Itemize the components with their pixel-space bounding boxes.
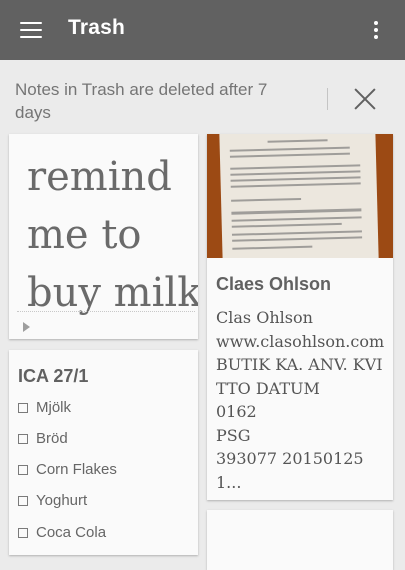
checklist-item-label: Coca Cola [36, 524, 107, 541]
note-card-receipt[interactable]: Claes Ohlson Clas Ohlson www.clasohlson.… [207, 134, 393, 500]
note-title: ICA 27/1 [18, 366, 89, 386]
checklist-item-label: Yoghurt [36, 492, 88, 509]
close-icon[interactable] [352, 86, 378, 112]
checkbox[interactable] [18, 496, 28, 506]
note-card-reminder[interactable]: remind me to buy milk [9, 134, 198, 339]
note-title: Claes Ohlson [216, 274, 332, 294]
note-body-line: 0162 [216, 402, 257, 421]
hamburger-menu-icon[interactable] [20, 21, 42, 39]
checklist-item-label: Corn Flakes [36, 461, 117, 478]
note-divider [17, 311, 195, 312]
checkbox[interactable] [18, 434, 28, 444]
note-body-line: Clas Ohlson [216, 308, 313, 327]
trash-notice-text: Notes in Trash are deleted after 7 days [15, 80, 268, 122]
page-title: Trash [68, 16, 126, 39]
note-card-checklist[interactable]: ICA 27/1 Mjölk Bröd Corn Flakes Yoghurt … [9, 350, 198, 555]
receipt-photo [207, 134, 393, 258]
checkbox[interactable] [18, 465, 28, 475]
trash-notice: Notes in Trash are deleted after 7 days [0, 60, 405, 130]
checkbox[interactable] [18, 528, 28, 538]
checkbox[interactable] [18, 403, 28, 413]
note-body-line: PSG [216, 425, 251, 445]
notice-divider [327, 88, 328, 110]
note-body: Clas Ohlson www.clasohlson.com BUTIK KA.… [216, 306, 388, 494]
app-bar: Trash [0, 0, 405, 60]
note-text: remind me to buy milk [27, 154, 198, 316]
note-body-line: 393077 20150125 1... [216, 449, 364, 492]
checklist-item-label: Mjölk [36, 399, 72, 416]
play-arrow-icon[interactable] [23, 322, 30, 332]
note-body-line: BUTIK KA. ANV. KVITTO DATUM [216, 355, 383, 398]
note-card-partial[interactable] [207, 510, 393, 570]
more-vert-icon[interactable] [368, 18, 384, 42]
checklist-item-label: Bröd [36, 430, 68, 447]
note-body-line: www.clasohlson.com [216, 331, 385, 351]
